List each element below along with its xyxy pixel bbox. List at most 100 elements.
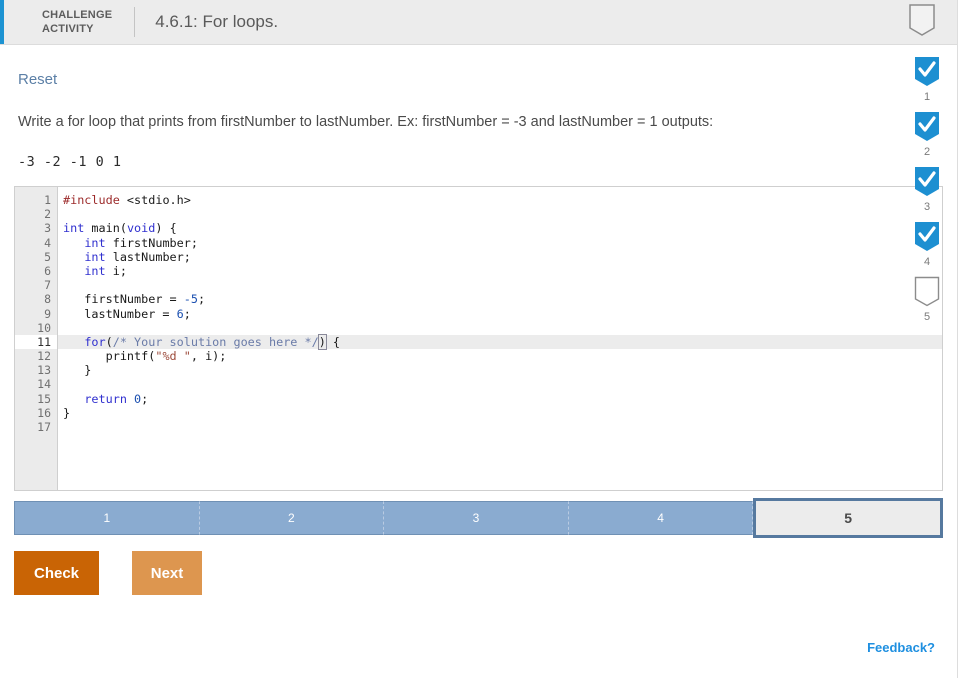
code-token-type: int — [84, 235, 106, 250]
code-token-plain: ; — [141, 391, 149, 406]
code-token-plain: main( — [84, 221, 127, 236]
code-line[interactable]: } — [58, 406, 942, 420]
checkpoint-5[interactable]: 5 — [914, 276, 940, 323]
gutter-line-number: 9 — [44, 306, 51, 321]
checkpoint-label: 1 — [923, 91, 931, 103]
code-token-plain: } — [63, 363, 92, 378]
checkpoint-1[interactable]: 1 — [914, 56, 940, 103]
gutter-line-number: 5 — [44, 249, 51, 264]
code-line[interactable] — [58, 420, 942, 434]
problem-prompt: Write a for loop that prints from firstN… — [18, 114, 714, 130]
checkpoint-label: 2 — [923, 146, 931, 158]
code-line[interactable] — [58, 278, 942, 292]
gutter-line-number: 13 — [37, 363, 51, 378]
code-token-plain: i; — [105, 263, 127, 278]
code-token-plain: } — [63, 405, 71, 420]
shield-check-icon — [914, 166, 940, 199]
code-line[interactable]: return 0; — [58, 392, 942, 406]
code-token-num: -5 — [183, 292, 198, 307]
gutter-line-number: 12 — [37, 349, 51, 364]
code-line[interactable] — [58, 377, 942, 391]
code-token-plain: printf( — [63, 349, 156, 364]
checkpoint-list: 1 2 3 4 5 — [903, 56, 951, 331]
progress-segment-4[interactable]: 4 — [568, 501, 754, 535]
checkpoint-label: 3 — [923, 201, 931, 213]
header-divider — [134, 7, 136, 37]
code-line[interactable]: firstNumber = -5; — [58, 292, 942, 306]
gutter-line-number: 3 — [44, 221, 51, 236]
feedback-link[interactable]: Feedback? — [867, 640, 935, 655]
gutter-line-number: 16 — [37, 405, 51, 420]
code-area[interactable]: #include <stdio.h> int main(void) { int … — [58, 187, 942, 490]
code-token-type: int — [84, 249, 106, 264]
code-token-type: void — [126, 221, 156, 236]
code-token-plain: <stdio.h> — [119, 193, 191, 207]
checkpoint-label: 5 — [923, 311, 931, 323]
next-button[interactable]: Next — [132, 551, 202, 595]
shield-check-icon — [914, 111, 940, 144]
code-token-type: int — [63, 221, 85, 236]
code-token-kw: return — [84, 391, 127, 406]
progress-segment-3[interactable]: 3 — [384, 501, 569, 535]
code-line[interactable]: } — [58, 363, 942, 377]
code-token-kw: for — [84, 334, 106, 349]
code-line[interactable]: int i; — [58, 264, 942, 278]
gutter-line-number: 4 — [44, 235, 51, 250]
gutter-line-number: 8 — [44, 292, 51, 307]
gutter-line-number: 11 — [15, 334, 57, 350]
main-column: CHALLENGE ACTIVITY 4.6.1: For loops. Res… — [0, 0, 958, 678]
shield-outline-icon — [909, 4, 935, 37]
gutter-line-number: 14 — [37, 377, 51, 392]
code-line[interactable] — [58, 207, 942, 221]
shield-check-icon — [914, 221, 940, 254]
gutter-line-number: 2 — [44, 207, 51, 222]
gutter-line-number: 6 — [44, 263, 51, 278]
check-button[interactable]: Check — [14, 551, 99, 595]
checkpoint-4[interactable]: 4 — [914, 221, 940, 268]
gutter-line-number: 7 — [44, 278, 51, 293]
gutter-line-number: 15 — [37, 391, 51, 406]
shield-empty-icon — [914, 276, 940, 309]
code-token-num: 6 — [176, 306, 184, 321]
code-token-type: int — [84, 263, 106, 278]
code-line[interactable]: #include <stdio.h> — [58, 193, 942, 207]
shield-check-icon — [914, 56, 940, 89]
reset-link[interactable]: Reset — [18, 71, 57, 88]
page-root: CHALLENGE ACTIVITY 4.6.1: For loops. Res… — [0, 0, 973, 678]
checkpoint-2[interactable]: 2 — [914, 111, 940, 158]
code-line[interactable]: lastNumber = 6; — [58, 307, 942, 321]
code-line[interactable]: for(/* Your solution goes here */) { — [58, 333, 942, 350]
checkpoint-3[interactable]: 3 — [914, 166, 940, 213]
code-line[interactable]: int firstNumber; — [58, 236, 942, 250]
gutter-line-number: 17 — [37, 420, 51, 434]
header-accent-bar — [0, 0, 4, 44]
code-token-plain: firstNumber; — [105, 235, 198, 250]
code-token-plain: ; — [197, 292, 206, 307]
progress-segment-1[interactable]: 1 — [14, 501, 200, 535]
code-token-pre: #include — [63, 193, 120, 207]
page-title: 4.6.1: For loops. — [155, 12, 279, 31]
gutter-line-number: 10 — [37, 320, 51, 335]
code-token-plain: lastNumber; — [105, 249, 191, 264]
code-line[interactable]: int main(void) { — [58, 221, 942, 235]
code-token-plain: { — [325, 334, 341, 349]
code-token-str: "%d " — [155, 349, 191, 364]
code-line[interactable]: printf("%d ", i); — [58, 349, 942, 363]
activity-header: CHALLENGE ACTIVITY 4.6.1: For loops. — [0, 0, 957, 45]
code-token-plain: firstNumber = — [63, 292, 184, 307]
progress-segment-2[interactable]: 2 — [199, 501, 385, 535]
progress-segment-5[interactable]: 5 — [753, 498, 943, 538]
code-line[interactable] — [58, 321, 942, 335]
right-rail — [958, 0, 972, 678]
code-token-plain: ( — [105, 334, 113, 349]
example-output: -3 -2 -1 0 1 — [18, 154, 122, 170]
code-line[interactable]: int lastNumber; — [58, 250, 942, 264]
gutter-line-number: 1 — [44, 193, 51, 207]
code-token-plain: ; — [183, 306, 191, 321]
code-editor[interactable]: 1 2 3 4 5 6 7 8 9 10 11 12 13 14 15 16 17 #include <stdi… — [14, 186, 943, 491]
activity-kicker: CHALLENGE ACTIVITY — [42, 9, 113, 35]
